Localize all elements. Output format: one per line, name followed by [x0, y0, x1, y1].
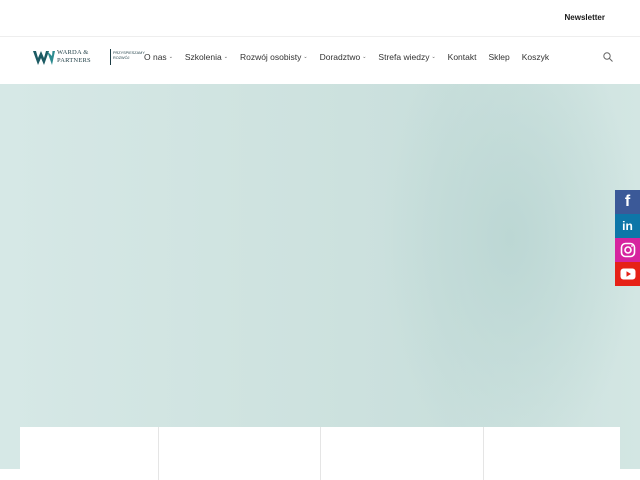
feature-card[interactable] — [484, 427, 620, 480]
nav-item-o-nas[interactable]: O nas ⌄ — [144, 51, 173, 63]
nav-item-rozwoj-osobisty[interactable]: Rozwój osobisty ⌄ — [240, 51, 308, 63]
social-sidebar: f in — [615, 190, 640, 286]
chevron-down-icon: ⌄ — [168, 54, 173, 60]
brand-name-line1: WARDA & — [57, 49, 89, 56]
linkedin-icon[interactable]: in — [615, 214, 640, 238]
brand-tagline-line2: ROZWÓJ — [113, 56, 130, 60]
search-icon[interactable] — [603, 52, 613, 62]
brand-logo[interactable]: WARDA & PARTNERS PRZYSPIESZAMY ROZWÓJ — [33, 48, 145, 68]
hero-banner — [0, 84, 640, 469]
chevron-down-icon: ⌄ — [431, 54, 436, 60]
brand-name-line2: PARTNERS — [57, 57, 91, 64]
feature-card[interactable] — [321, 427, 484, 480]
feature-cards — [20, 427, 620, 480]
feature-card[interactable] — [159, 427, 321, 480]
chevron-down-icon: ⌄ — [303, 54, 308, 60]
nav-item-koszyk[interactable]: Koszyk — [522, 51, 549, 63]
chevron-down-icon: ⌄ — [223, 54, 228, 60]
nav-item-kontakt[interactable]: Kontakt — [448, 51, 477, 63]
hero-image — [380, 84, 640, 469]
youtube-icon[interactable] — [615, 262, 640, 286]
nav-item-doradztwo[interactable]: Doradztwo ⌄ — [320, 51, 367, 63]
nav-menu: O nas ⌄ Szkolenia ⌄ Rozwój osobisty ⌄ Dorad… — [144, 51, 561, 63]
newsletter-link[interactable]: Newsletter — [565, 13, 605, 22]
nav-item-strefa-wiedzy[interactable]: Strefa wiedzy ⌄ — [378, 51, 435, 63]
chevron-down-icon: ⌄ — [362, 54, 367, 60]
facebook-icon[interactable]: f — [615, 190, 640, 214]
logo-divider — [110, 49, 111, 65]
instagram-glyph — [620, 242, 635, 258]
youtube-glyph — [620, 268, 635, 280]
nav-item-sklep[interactable]: Sklep — [488, 51, 509, 63]
brand-w-icon — [33, 51, 55, 65]
instagram-icon[interactable] — [615, 238, 640, 262]
nav-item-szkolenia[interactable]: Szkolenia ⌄ — [185, 51, 228, 63]
main-navigation: WARDA & PARTNERS PRZYSPIESZAMY ROZWÓJ O … — [0, 37, 640, 77]
feature-card[interactable] — [20, 427, 159, 480]
top-bar: Newsletter — [0, 0, 640, 37]
